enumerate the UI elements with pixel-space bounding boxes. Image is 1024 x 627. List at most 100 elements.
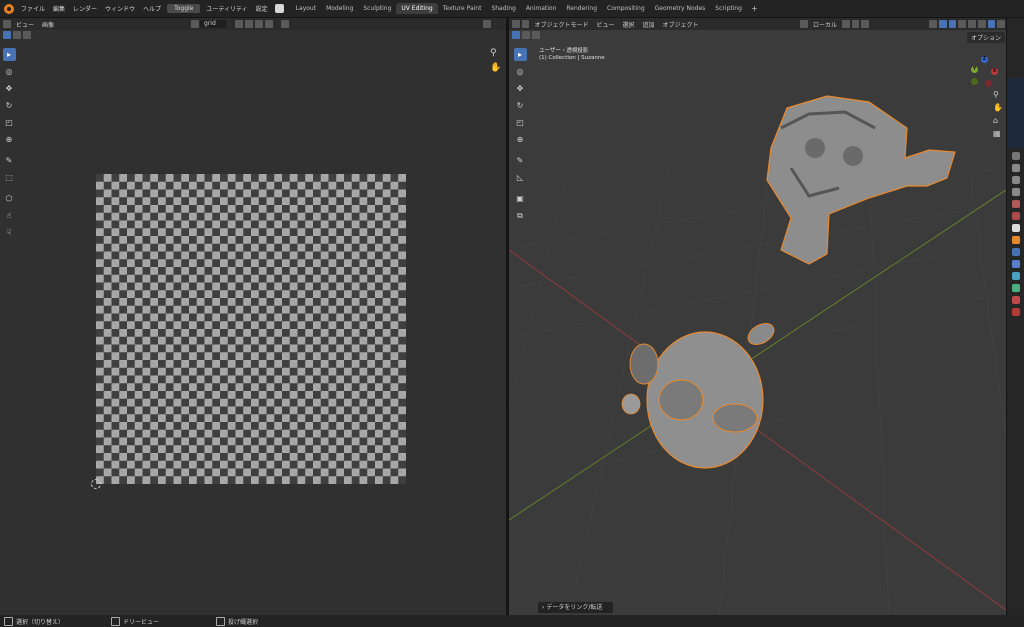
xray-icon[interactable] (958, 20, 967, 28)
move-tool-icon[interactable]: ✥ (3, 82, 16, 95)
constraints-tab-icon[interactable] (1012, 284, 1020, 292)
collection-tab-icon[interactable] (1012, 224, 1020, 232)
vertex-select-icon[interactable] (512, 31, 520, 39)
scene-tab-icon[interactable] (1012, 200, 1020, 208)
measure-tool-icon[interactable]: ◺ (514, 171, 527, 184)
menu-utility[interactable]: ユーティリティ (202, 4, 251, 13)
editor-type-icon[interactable] (512, 20, 520, 28)
tab-animation[interactable]: Animation (521, 3, 562, 14)
tool-tab-icon[interactable] (1012, 152, 1020, 160)
transform-orientation-dropdown[interactable]: ローカル (809, 20, 841, 29)
open-image-icon[interactable] (254, 20, 263, 28)
physics-tab-icon[interactable] (1012, 272, 1020, 280)
select-box-tool-icon[interactable]: ▸ (2, 48, 16, 61)
proportional-edit-icon[interactable] (861, 20, 870, 28)
face-select-icon[interactable] (23, 31, 31, 39)
new-image-icon[interactable] (244, 20, 253, 28)
add-object-tool-icon[interactable]: ⧉ (514, 209, 527, 222)
pan-hand-icon[interactable]: ✋ (490, 63, 501, 73)
redo-panel[interactable]: › データをリンク/転送 (538, 602, 613, 613)
tab-scripting[interactable]: Scripting (710, 3, 747, 14)
2d-cursor-icon[interactable] (91, 479, 101, 489)
vp-menu-object[interactable]: オブジェクト (659, 20, 703, 29)
vp-menu-view[interactable]: ビュー (592, 20, 618, 29)
rip-tool-icon[interactable]: ⬚ (3, 171, 16, 184)
scale-tool-icon[interactable]: ◰ (514, 116, 527, 129)
shading-wire-icon[interactable] (968, 20, 976, 28)
uv-menu-view[interactable]: ビュー (12, 20, 38, 29)
object-tab-icon[interactable] (1012, 236, 1020, 244)
image-browse-icon[interactable] (191, 20, 200, 28)
uv-menu-image[interactable]: 画像 (38, 20, 58, 29)
annotate-tool-icon[interactable]: ✎ (3, 154, 16, 167)
fake-user-icon[interactable] (234, 20, 243, 28)
editor-type-icon[interactable] (3, 20, 11, 28)
pin-icon[interactable] (280, 20, 289, 28)
edge-select-icon[interactable] (13, 31, 21, 39)
scale-tool-icon[interactable]: ◰ (3, 116, 16, 129)
rotate-tool-icon[interactable]: ↻ (3, 99, 16, 112)
move-tool-icon[interactable]: ✥ (514, 82, 527, 95)
select-box-tool-icon[interactable]: ▸ (513, 48, 527, 61)
pinch-tool-icon[interactable]: ☟ (3, 226, 16, 239)
world-tab-icon[interactable] (1012, 212, 1020, 220)
pivot-point-icon[interactable] (841, 20, 850, 28)
vp-menu-select[interactable]: 選択 (619, 20, 639, 29)
transform-tool-icon[interactable]: ⊕ (3, 133, 16, 146)
image-name-field[interactable]: grid (200, 20, 226, 28)
edge-select-icon[interactable] (522, 31, 530, 39)
tab-layout[interactable]: Layout (291, 3, 321, 14)
settings-icon[interactable] (274, 4, 284, 13)
gizmo-toggle-icon[interactable] (938, 20, 947, 28)
shading-material-icon[interactable] (987, 20, 996, 28)
grab-tool-icon[interactable]: ⬠ (3, 192, 16, 205)
snap-icon[interactable] (851, 20, 860, 28)
rotate-tool-icon[interactable]: ↻ (514, 99, 527, 112)
gizmo-x-axis[interactable]: X (991, 68, 998, 75)
blender-logo-icon[interactable] (4, 3, 14, 14)
unlink-image-icon[interactable] (264, 20, 273, 28)
annotate-tool-icon[interactable]: ✎ (514, 154, 527, 167)
zoom-icon[interactable]: ⚲ (993, 90, 999, 99)
gizmo-neg-x-axis[interactable] (985, 80, 992, 87)
shading-solid-icon[interactable] (977, 20, 986, 28)
particles-tab-icon[interactable] (1012, 260, 1020, 268)
overlay-toggle-icon[interactable] (948, 20, 957, 28)
face-select-icon[interactable] (532, 31, 540, 39)
pan-hand-icon[interactable]: ✋ (993, 103, 1003, 112)
vertex-select-icon[interactable] (3, 31, 11, 39)
menu-help[interactable]: ヘルプ (139, 4, 165, 13)
zoom-icon[interactable]: ⚲ (490, 48, 497, 58)
tab-rendering[interactable]: Rendering (561, 3, 602, 14)
toggle-button[interactable]: Toggle (167, 4, 201, 13)
tab-shading[interactable]: Shading (486, 3, 520, 14)
add-cube-tool-icon[interactable]: ▣ (514, 192, 527, 205)
tab-uv-editing[interactable]: UV Editing (396, 3, 438, 14)
relax-tool-icon[interactable]: ☝ (3, 209, 16, 222)
menu-file[interactable]: ファイル (17, 4, 49, 13)
menu-edit[interactable]: 編集 (49, 4, 69, 13)
menu-window[interactable]: ウィンドウ (101, 4, 139, 13)
3d-viewport-panel[interactable]: オブジェクトモード ビュー 選択 追加 オブジェクト ローカル オプション ユー… (509, 18, 1006, 615)
tab-texture-paint[interactable]: Texture Paint (438, 3, 487, 14)
material-tab-icon[interactable] (1012, 296, 1020, 304)
gizmo-neg-y-axis[interactable] (971, 78, 978, 85)
camera-view-icon[interactable]: ⌂ (993, 116, 998, 125)
menu-preferences[interactable]: 設定 (252, 4, 272, 13)
modifier-tab-icon[interactable] (1012, 248, 1020, 256)
options-dropdown[interactable]: オプション (967, 32, 1006, 43)
transform-tool-icon[interactable]: ⊕ (514, 133, 527, 146)
tab-compositing[interactable]: Compositing (602, 3, 650, 14)
cursor-tool-icon[interactable]: ◎ (3, 65, 16, 78)
visibility-icon[interactable] (929, 20, 937, 28)
gizmo-y-axis[interactable]: Y (971, 66, 978, 73)
tab-geometry-nodes[interactable]: Geometry Nodes (650, 3, 711, 14)
tab-sculpting[interactable]: Sculpting (358, 3, 396, 14)
add-workspace-button[interactable]: + (747, 4, 762, 13)
menu-render[interactable]: レンダー (69, 4, 101, 13)
mode-dropdown[interactable]: オブジェクトモード (530, 20, 592, 29)
vp-menu-add[interactable]: 追加 (639, 20, 659, 29)
display-channels-icon[interactable] (482, 20, 491, 28)
navigation-gizmo[interactable]: Z X Y (967, 54, 1003, 90)
tab-modeling[interactable]: Modeling (321, 3, 358, 14)
